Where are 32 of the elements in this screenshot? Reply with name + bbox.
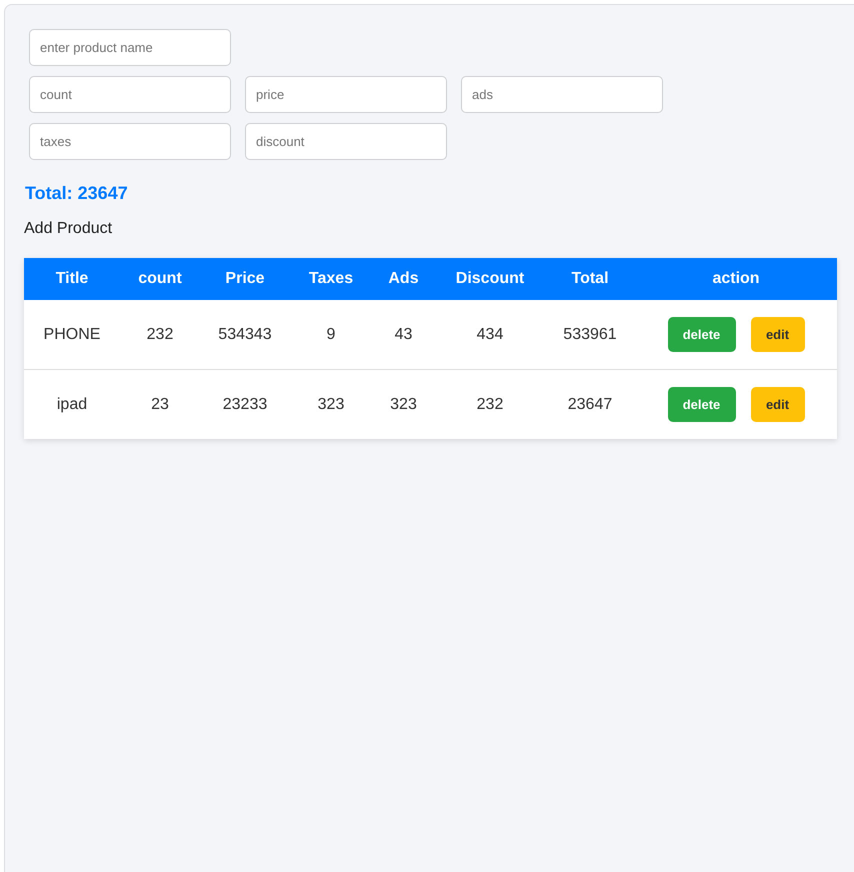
table-cell: ipad [24,370,120,439]
input-field[interactable]: taxes [29,123,231,160]
table-cell: PHONE [24,300,120,370]
column-header: action [635,258,837,300]
column-header: Discount [435,258,545,300]
input-field[interactable]: enter product name [29,29,231,66]
table-cell: 323 [290,370,372,439]
table-cell: 434 [435,300,545,370]
total-text: Total: 23647 [25,183,128,204]
table-cell: 232 [120,300,200,370]
input-field[interactable]: discount [245,123,447,160]
input-field[interactable]: price [245,76,447,113]
table-cell: 23647 [545,370,635,439]
column-header: Ads [372,258,435,300]
table-cell: 9 [290,300,372,370]
column-header: Taxes [290,258,372,300]
column-header: count [120,258,200,300]
input-field[interactable]: count [29,76,231,113]
table-cell: 323 [372,370,435,439]
input-field[interactable]: ads [461,76,663,113]
table-cell: 232 [435,370,545,439]
add-product-button[interactable]: Add Product [24,219,112,239]
edit-button[interactable]: edit [750,317,804,352]
table-cell: 23233 [200,370,290,439]
column-header: Price [200,258,290,300]
column-header: Total [545,258,635,300]
table-cell: 23 [120,370,200,439]
column-header: Title [24,258,120,300]
edit-button[interactable]: edit [750,387,804,422]
table-cell: 534343 [200,300,290,370]
table-cell: 533961 [545,300,635,370]
table-cell: 43 [372,300,435,370]
